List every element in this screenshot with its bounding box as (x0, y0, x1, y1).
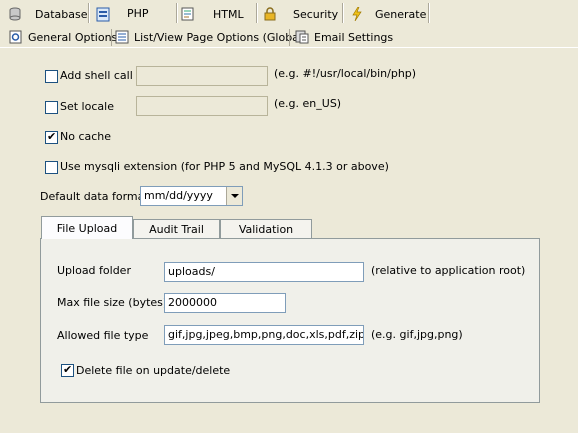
tab-file-upload[interactable]: File Upload (41, 216, 133, 239)
tab-separator (111, 29, 112, 46)
date-format-value: mm/dd/yyyy (144, 189, 213, 202)
tab-security[interactable]: Security (263, 3, 338, 25)
allowed-file-type-label: Allowed file type (57, 329, 149, 342)
tab-php[interactable]: PHP (92, 1, 174, 26)
delete-on-update-label: Delete file on update/delete (76, 364, 231, 377)
checkmark-icon: ✔ (47, 130, 57, 143)
tab-list-view-options[interactable]: List/View Page Options (Global) (115, 27, 306, 47)
set-locale-hint: (e.g. en_US) (274, 97, 342, 110)
php-page-icon (96, 7, 110, 21)
shell-call-checkbox[interactable] (45, 70, 58, 83)
tab-list-view-options-label: List/View Page Options (Global) (134, 30, 307, 44)
mysqli-label: Use mysqli extension (for PHP 5 and MySQ… (60, 160, 389, 173)
html-page-icon (181, 7, 195, 21)
upload-folder-label: Upload folder (57, 264, 131, 277)
date-format-select[interactable]: mm/dd/yyyy (140, 186, 243, 206)
upload-folder-hint: (relative to application root) (371, 264, 526, 277)
shell-call-label: Add shell call (60, 69, 133, 82)
allowed-file-type-hint: (e.g. gif,jpg,png) (371, 328, 463, 341)
tab-separator (176, 3, 178, 23)
allowed-file-type-field[interactable]: gif,jpg,jpeg,bmp,png,doc,xls,pdf,zip (164, 325, 364, 345)
max-file-size-label: Max file size (bytes) (57, 296, 168, 309)
email-settings-icon (295, 30, 309, 44)
lightning-icon (350, 6, 364, 22)
set-locale-checkbox[interactable] (45, 101, 58, 114)
list-view-icon (115, 30, 129, 44)
set-locale-field[interactable] (136, 96, 268, 116)
mysqli-checkbox[interactable] (45, 161, 58, 174)
delete-on-update-checkbox[interactable]: ✔ (61, 363, 74, 377)
upload-folder-field[interactable]: uploads/ (164, 262, 364, 282)
date-format-label: Default data format (40, 190, 149, 203)
tab-audit-trail[interactable]: Audit Trail (133, 219, 220, 239)
tab-email-settings-label: Email Settings (314, 30, 394, 44)
tab-security-label: Security (293, 7, 339, 21)
no-cache-checkbox[interactable]: ✔ (45, 130, 58, 144)
tab-validation[interactable]: Validation (220, 219, 312, 239)
tab-file-upload-label: File Upload (56, 221, 118, 235)
sub-tab-bar: General Options List/View Page Options (… (0, 27, 578, 48)
tab-php-label: PHP (127, 7, 149, 20)
chevron-down-icon[interactable] (226, 187, 242, 205)
tab-separator (428, 3, 430, 23)
database-icon (8, 7, 22, 21)
general-options-icon (9, 30, 23, 44)
tab-generate-label: Generate (375, 7, 427, 21)
set-locale-label: Set locale (60, 100, 114, 113)
shell-call-hint: (e.g. #!/usr/local/bin/php) (274, 67, 417, 80)
tab-email-settings[interactable]: Email Settings (295, 27, 393, 47)
tab-generate[interactable]: Generate (350, 3, 426, 25)
tab-database-label: Database (35, 7, 88, 21)
checkmark-icon: ✔ (63, 363, 73, 376)
max-file-size-field[interactable]: 2000000 (164, 293, 286, 313)
tab-separator (289, 29, 290, 46)
shell-call-field[interactable] (136, 66, 268, 86)
tab-separator (88, 3, 90, 23)
tab-general-options[interactable]: General Options (9, 27, 117, 47)
lock-icon (263, 7, 277, 21)
tab-database[interactable]: Database (8, 3, 88, 25)
no-cache-label: No cache (60, 130, 112, 143)
tab-html[interactable]: HTML (181, 3, 244, 25)
main-tab-bar: Database PHP HTML Security Generate (0, 0, 578, 26)
tab-separator (342, 3, 344, 23)
tab-separator (256, 3, 258, 23)
tab-html-label: HTML (213, 7, 244, 21)
tab-general-options-label: General Options (28, 30, 118, 44)
tab-audit-trail-label: Audit Trail (149, 223, 204, 236)
panel-top-edge (0, 47, 578, 48)
tab-validation-label: Validation (238, 223, 294, 236)
